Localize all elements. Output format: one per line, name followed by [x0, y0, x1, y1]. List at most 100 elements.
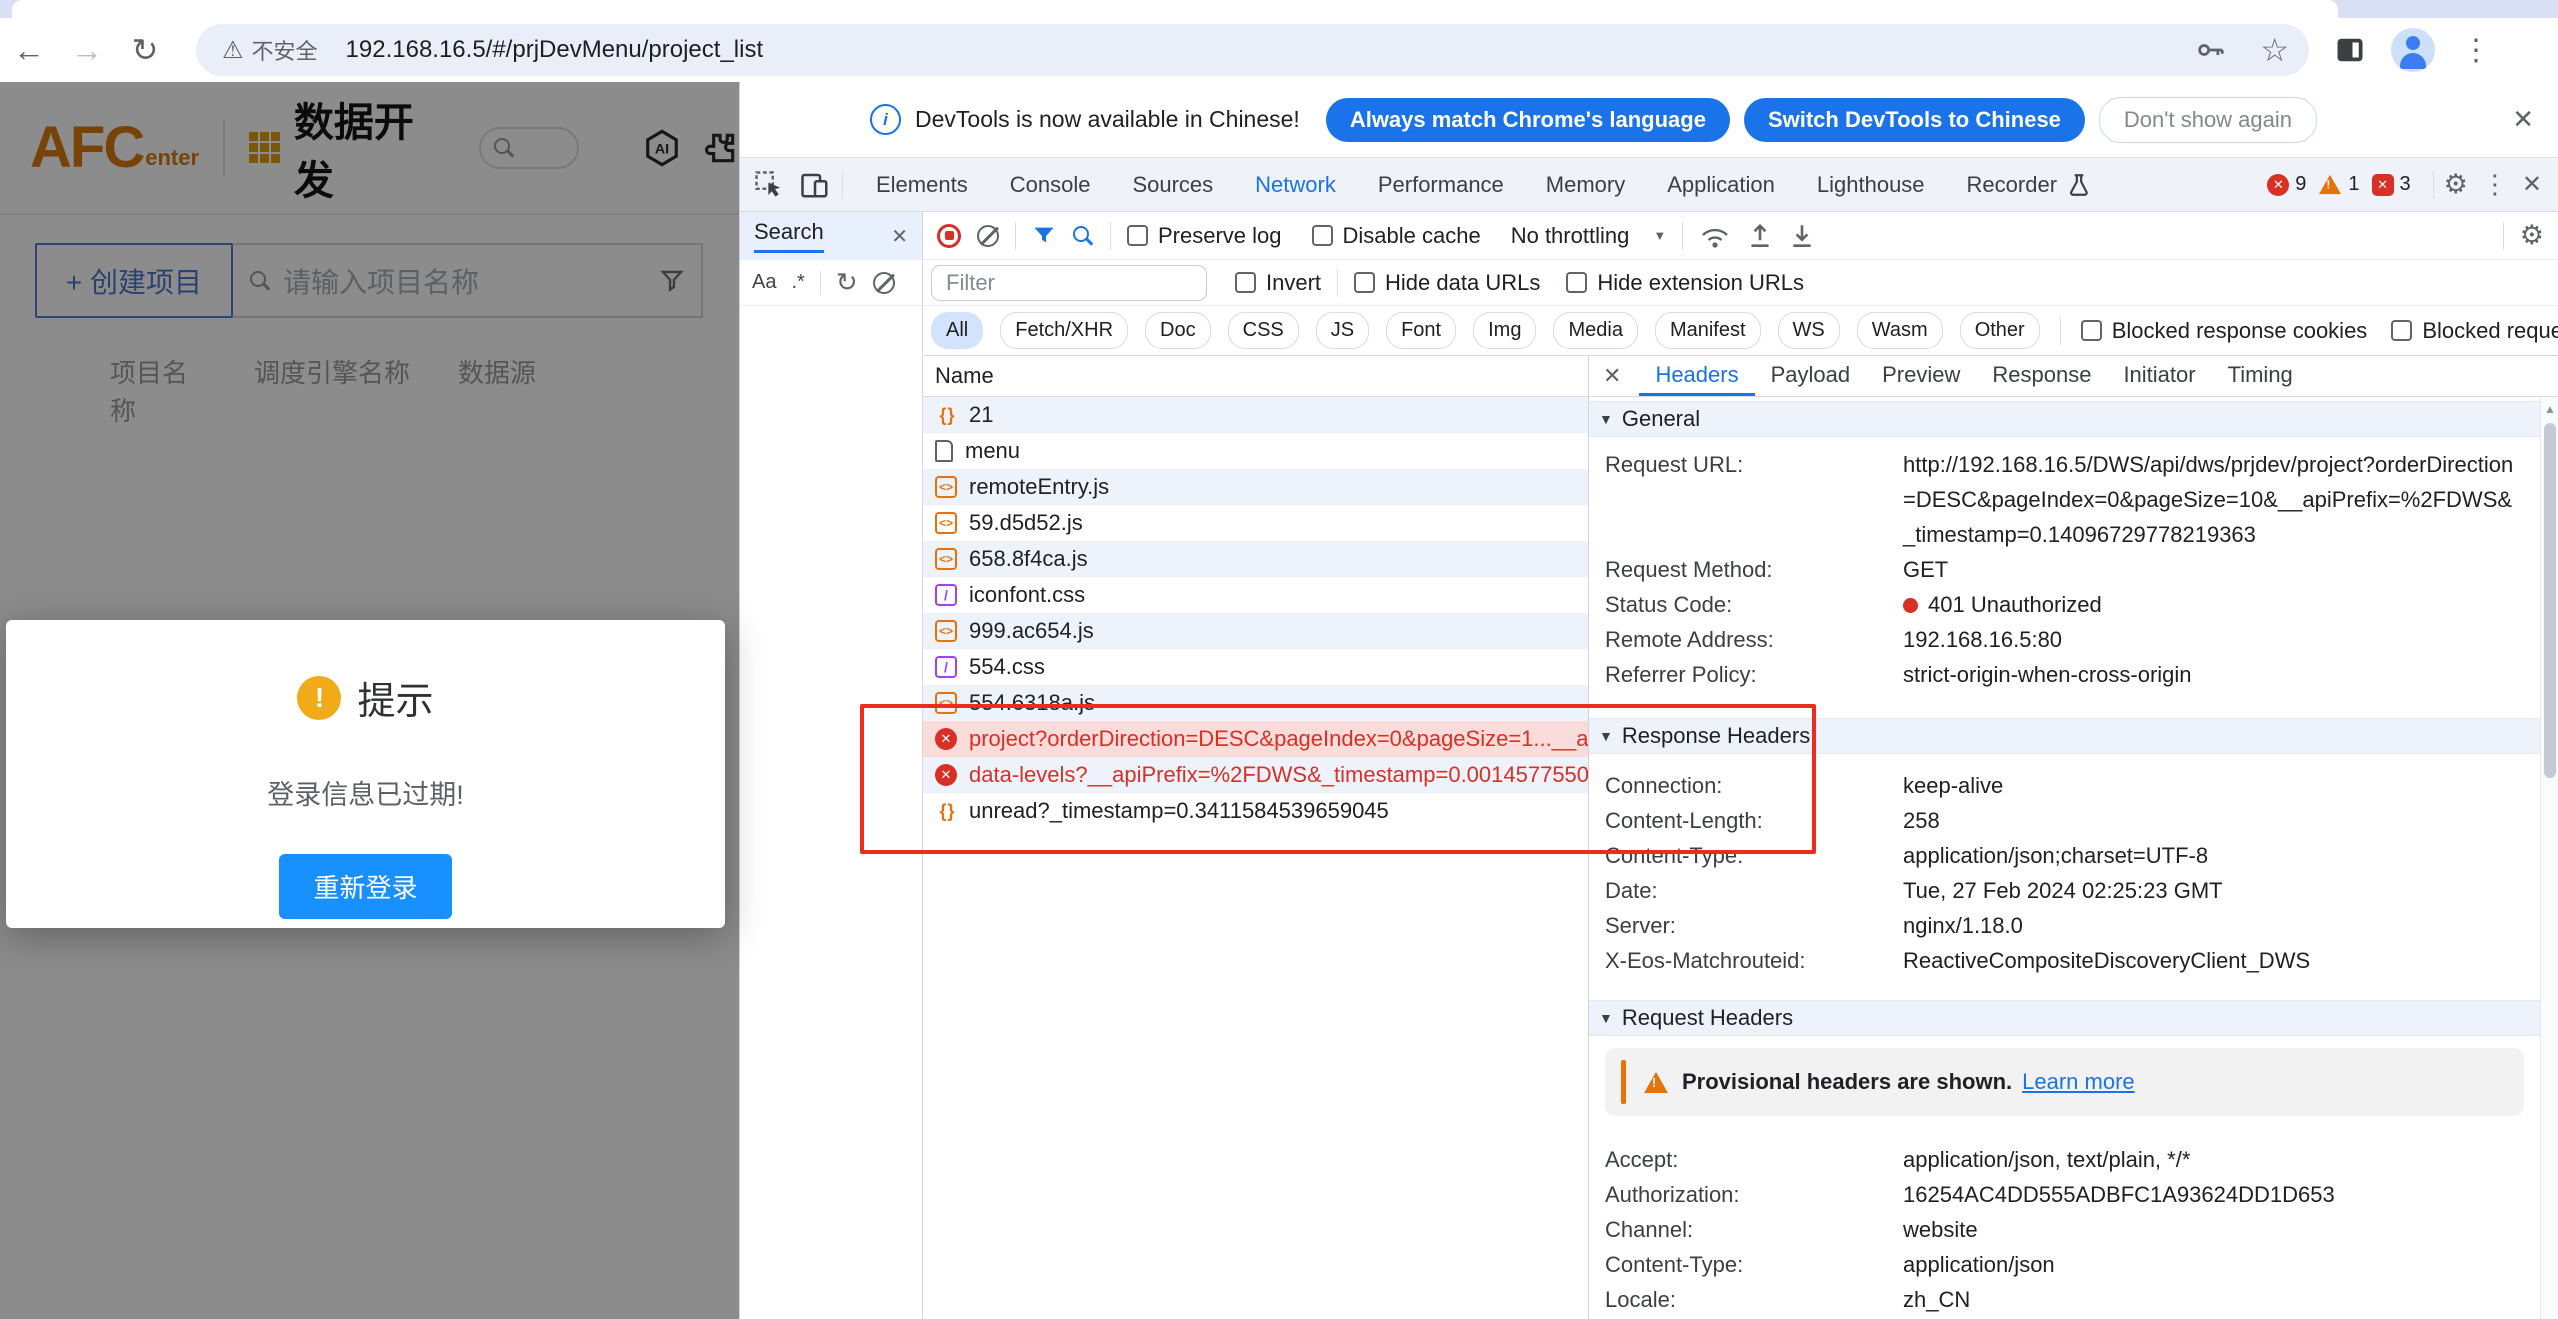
network-request-row[interactable]: menu [923, 433, 1588, 469]
devtools-tab[interactable]: Memory [1525, 172, 1646, 198]
detail-tab[interactable]: Headers [1639, 356, 1754, 396]
console-errors-icon[interactable] [2267, 174, 2289, 196]
switch-to-chinese-button[interactable]: Switch DevTools to Chinese [1744, 98, 2085, 142]
scrollbar-thumb[interactable] [2544, 423, 2556, 778]
network-request-row[interactable]: iconfont.css [923, 577, 1588, 613]
not-secure-icon[interactable]: ⚠ [222, 36, 244, 65]
issues-icon[interactable] [2372, 174, 2394, 196]
tab-strip [0, 0, 2558, 18]
match-case-toggle[interactable]: Aa [752, 271, 776, 294]
detail-tab[interactable]: Payload [1755, 356, 1867, 396]
devtools-tab[interactable]: Lighthouse [1796, 172, 1946, 198]
request-headers-section-header[interactable]: ▼ Request Headers [1589, 1000, 2540, 1036]
network-request-row[interactable]: 999.ac654.js [923, 613, 1588, 649]
network-request-row[interactable]: 59.d5d52.js [923, 505, 1588, 541]
blocked-requests-checkbox[interactable]: Blocked requests [2391, 318, 2558, 344]
password-key-icon[interactable] [2196, 35, 2226, 65]
devtools-tab[interactable]: Network [1234, 172, 1357, 198]
hide-urls-checkbox[interactable]: Hide extension URLs [1566, 270, 1804, 296]
detail-tab[interactable]: Preview [1866, 356, 1976, 396]
url-text[interactable]: 192.168.16.5/#/prjDevMenu/project_list [346, 36, 764, 64]
import-har-icon[interactable] [1747, 222, 1773, 250]
request-type-chip[interactable]: Font [1386, 312, 1456, 349]
network-conditions-icon[interactable] [1699, 223, 1731, 249]
browser-menu-icon[interactable]: ⋮ [2461, 33, 2491, 68]
network-settings-icon[interactable]: ⚙ [2520, 220, 2544, 251]
error-count[interactable]: 9 [2295, 173, 2306, 196]
search-pane-tab[interactable]: Search [754, 219, 824, 253]
bookmark-star-icon[interactable]: ☆ [2260, 31, 2289, 69]
back-button[interactable]: ← [0, 32, 58, 69]
search-pane-close-icon[interactable]: ✕ [891, 224, 908, 249]
request-type-chip[interactable]: JS [1316, 312, 1369, 349]
devtools-tab[interactable]: Sources [1111, 172, 1234, 198]
reload-button[interactable]: ↻ [116, 31, 174, 69]
request-type-chip[interactable]: Fetch/XHR [1000, 312, 1128, 349]
address-bar[interactable]: ⚠ 不安全 192.168.16.5/#/prjDevMenu/project_… [196, 24, 2309, 76]
request-type-chip[interactable]: Manifest [1655, 312, 1761, 349]
relogin-button[interactable]: 重新登录 [279, 854, 451, 919]
search-refresh-icon[interactable]: ↻ [836, 267, 858, 298]
request-type-chip[interactable]: Doc [1145, 312, 1211, 349]
device-toolbar-icon[interactable] [800, 170, 830, 200]
network-filter-icon[interactable] [1032, 224, 1056, 248]
detail-tab[interactable]: Initiator [2107, 356, 2211, 396]
network-search-icon[interactable] [1072, 225, 1094, 247]
warning-triangle-icon [1644, 1072, 1668, 1093]
network-request-row[interactable]: 658.8f4ca.js [923, 541, 1588, 577]
request-type-chip[interactable]: Img [1473, 312, 1536, 349]
infobar-close-icon[interactable]: ✕ [2512, 104, 2534, 135]
scroll-up-icon[interactable]: ▲ [2544, 402, 2556, 416]
network-request-row[interactable]: remoteEntry.js [923, 469, 1588, 505]
dont-show-again-button[interactable]: Don't show again [2099, 97, 2317, 143]
export-har-icon[interactable] [1789, 222, 1815, 250]
profile-avatar[interactable] [2391, 28, 2435, 72]
general-section-header[interactable]: ▼ General [1589, 401, 2540, 437]
devtools-tab[interactable]: Elements [855, 172, 989, 198]
learn-more-link[interactable]: Learn more [2022, 1069, 2135, 1095]
side-panel-icon[interactable] [2335, 35, 2365, 65]
network-request-row[interactable]: 21 [923, 397, 1588, 433]
devtools-tab[interactable]: Application [1646, 172, 1796, 198]
disable-cache-checkbox[interactable]: Disable cache [1312, 223, 1481, 249]
issues-count[interactable]: 3 [2400, 173, 2411, 196]
request-type-chip[interactable]: Media [1553, 312, 1637, 349]
name-column-header[interactable]: Name [923, 356, 1588, 397]
filter-input[interactable] [931, 265, 1207, 301]
devtools-tab[interactable]: Performance [1357, 172, 1525, 198]
preserve-log-checkbox[interactable]: Preserve log [1127, 223, 1282, 249]
record-network-log-icon[interactable] [937, 224, 961, 248]
request-type-chip[interactable]: WS [1778, 312, 1840, 349]
forward-button[interactable]: → [58, 32, 116, 69]
detail-tab[interactable]: Response [1976, 356, 2107, 396]
detail-tab[interactable]: Timing [2212, 356, 2309, 396]
header-row: Accept: application/json, text/plain, */… [1589, 1142, 2540, 1177]
devtools-tab[interactable]: Recorder [1946, 172, 2078, 198]
header-row: X-Eos-Matchrouteid: ReactiveCompositeDis… [1589, 943, 2540, 978]
request-type-chip[interactable]: All [931, 312, 983, 349]
detail-close-icon[interactable]: ✕ [1603, 363, 1621, 389]
warning-count[interactable]: 1 [2348, 173, 2359, 196]
devtools-settings-icon[interactable]: ⚙ [2444, 169, 2468, 200]
devtools-close-icon[interactable]: ✕ [2522, 170, 2542, 199]
hide-urls-checkbox[interactable]: Hide data URLs [1354, 270, 1540, 296]
network-request-row[interactable]: 554.css [923, 649, 1588, 685]
blocked-requests-checkbox[interactable]: Blocked response cookies [2081, 318, 2368, 344]
active-tab[interactable] [12, 0, 2338, 18]
throttling-dropdown[interactable]: No throttling▼ [1511, 223, 1667, 249]
console-warnings-icon[interactable] [2319, 175, 2341, 194]
devtools-tab[interactable]: Console [989, 172, 1112, 198]
devtools-menu-icon[interactable]: ⋮ [2482, 169, 2508, 200]
security-label[interactable]: 不安全 [252, 34, 318, 66]
request-type-chip[interactable]: CSS [1228, 312, 1299, 349]
inspect-element-icon[interactable] [754, 170, 784, 200]
match-language-button[interactable]: Always match Chrome's language [1326, 98, 1730, 142]
detail-scrollbar[interactable]: ▲ [2540, 397, 2558, 1319]
request-type-chip[interactable]: Other [1960, 312, 2040, 349]
recorder-flask-icon [2066, 172, 2092, 198]
invert-checkbox[interactable]: Invert [1235, 270, 1321, 296]
request-type-chip[interactable]: Wasm [1857, 312, 1943, 349]
clear-network-log-icon[interactable] [977, 225, 999, 247]
regex-toggle[interactable]: .* [791, 271, 804, 294]
search-clear-icon[interactable] [873, 272, 895, 294]
